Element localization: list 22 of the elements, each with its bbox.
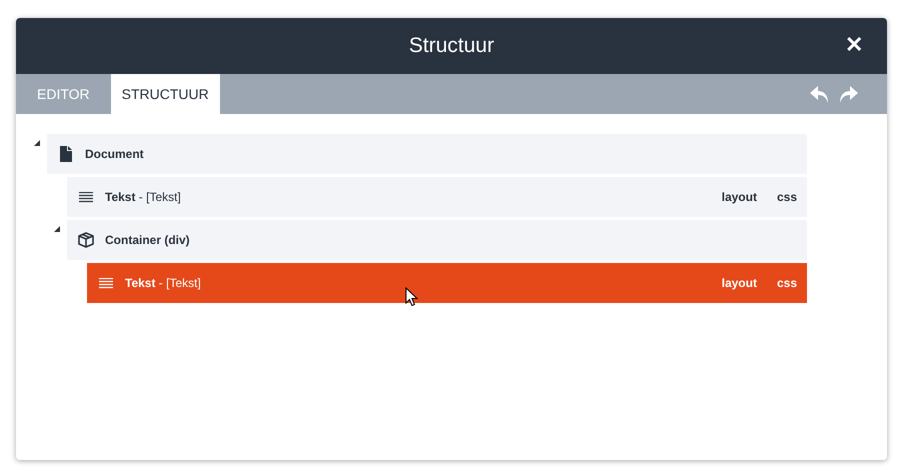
action-link[interactable]: css (776, 188, 797, 206)
box-icon (78, 232, 94, 248)
node-label: Tekst - [Tekst] (105, 189, 181, 206)
tree-row[interactable]: Container (div) (67, 220, 807, 260)
node-label: Container (div) (105, 232, 190, 249)
expanded-toggle-icon[interactable] (34, 140, 40, 146)
tree-row[interactable]: Document (47, 134, 807, 174)
lines-icon (99, 278, 113, 288)
action-link[interactable]: layout (722, 274, 757, 292)
close-button[interactable]: ✕ (841, 30, 867, 60)
action-link[interactable]: css (776, 274, 797, 292)
document-icon (60, 146, 72, 162)
node-label: Tekst - [Tekst] (125, 275, 201, 292)
tree-row[interactable]: Tekst - [Tekst] layout css (67, 177, 807, 217)
action-link[interactable]: layout (722, 188, 757, 206)
window-title: Structuur (408, 33, 494, 60)
node-label: Document (85, 146, 144, 163)
cursor-icon (405, 287, 418, 307)
tab[interactable]: STRUCTUUR (110, 74, 220, 114)
lines-icon (79, 192, 93, 202)
tree-row[interactable]: Tekst - [Tekst] layout css (87, 263, 807, 303)
expanded-toggle-icon[interactable] (54, 226, 60, 232)
